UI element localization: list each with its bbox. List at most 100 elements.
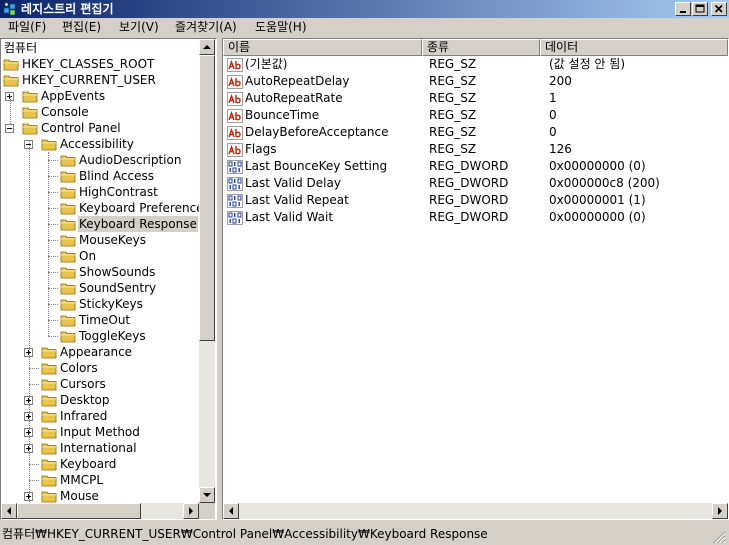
tree-item[interactable]: Keyboard (1, 456, 199, 472)
value-row[interactable]: DelayBeforeAcceptance REG_SZ 0 (223, 124, 728, 141)
tree-item-label: ToggleKeys (79, 329, 146, 343)
column-header-name[interactable]: 이름 (223, 39, 422, 56)
value-data: 1 (549, 91, 557, 105)
tree-item[interactable]: Input Method (1, 424, 199, 440)
tree-item[interactable]: Infrared (1, 408, 199, 424)
tree-item[interactable]: Keyboard Preference (1, 200, 204, 216)
value-data: 0 (549, 125, 557, 139)
values-list[interactable]: 이름 종류 데이터 (기본값) REG_SZ (값 설정 안 됨) AutoRepea… (222, 38, 729, 520)
tree-vertical-scrollbar[interactable] (199, 39, 215, 503)
close-button[interactable] (711, 2, 727, 16)
tree-item[interactable]: On (1, 248, 199, 264)
tree-item[interactable]: HighContrast (1, 184, 199, 200)
maximize-button[interactable] (692, 2, 708, 16)
value-row[interactable]: Last Valid Wait REG_DWORD 0x00000000 (0) (223, 209, 728, 226)
tree-item[interactable]: ToggleKeys (1, 328, 199, 344)
registry-tree[interactable]: 컴퓨터 HKEY_CLASSES_ROOT HKEY_CURRENT_USER Ap… (0, 38, 217, 520)
values-scroll-right-button[interactable] (712, 503, 728, 519)
tree-connector (48, 208, 58, 209)
tree-connector (48, 224, 58, 225)
tree-scroll-right-button[interactable] (183, 503, 199, 519)
menu-view[interactable]: 보기(V) (119, 20, 159, 35)
tree-item[interactable]: HKEY_CLASSES_ROOT (1, 56, 199, 72)
value-row[interactable]: (기본값) REG_SZ (값 설정 안 됨) (223, 56, 728, 73)
tree-item[interactable]: AppEvents (1, 88, 199, 104)
tree-item[interactable]: StickyKeys (1, 296, 199, 312)
value-type: REG_SZ (429, 142, 477, 156)
tree-item[interactable]: International (1, 440, 199, 456)
tree-connector (29, 384, 39, 385)
folder-icon (41, 363, 57, 375)
arrow-left-icon (229, 507, 233, 515)
tree-item[interactable]: Desktop (1, 392, 199, 408)
tree-item[interactable]: Appearance (1, 344, 199, 360)
folder-icon (60, 283, 76, 295)
folder-icon (60, 251, 76, 263)
binary-value-icon (227, 194, 243, 208)
maximize-icon (695, 4, 705, 13)
string-value-icon (227, 143, 243, 157)
column-header-data[interactable]: 데이터 (540, 39, 728, 56)
menu-bar: 파일(F) 편집(E) 보기(V) 즐겨찾기(A) 도움말(H) (0, 18, 729, 37)
menu-edit[interactable]: 편집(E) (62, 20, 101, 35)
value-row[interactable]: Flags REG_SZ 126 (223, 141, 728, 158)
tree-item-label: Infrared (60, 409, 108, 423)
value-row[interactable]: BounceTime REG_SZ 0 (223, 107, 728, 124)
binary-value-icon (227, 160, 243, 174)
tree-item[interactable]: Control Panel (1, 120, 199, 136)
tree-scroll-down-button[interactable] (199, 487, 215, 503)
value-row[interactable]: Last BounceKey Setting REG_DWORD 0x0000000… (223, 158, 728, 175)
folder-icon (41, 395, 57, 407)
value-row[interactable]: Last Valid Repeat REG_DWORD 0x00000001 (1) (223, 192, 728, 209)
resize-grip-icon[interactable] (712, 530, 726, 544)
collapse-minus-icon[interactable] (5, 124, 14, 133)
tree-item[interactable]: ShowSounds (1, 264, 199, 280)
value-name: Last Valid Delay (245, 176, 341, 190)
minimize-button[interactable] (675, 2, 691, 16)
value-type: REG_DWORD (429, 159, 509, 173)
tree-item[interactable]: Blind Access (1, 168, 199, 184)
menu-favorites[interactable]: 즐겨찾기(A) (175, 20, 237, 35)
tree-item[interactable]: Mouse (1, 488, 199, 504)
tree-horizontal-scrollbar[interactable] (1, 503, 199, 519)
menu-help[interactable]: 도움말(H) (255, 20, 307, 35)
tree-item[interactable]: TimeOut (1, 312, 199, 328)
tree-item[interactable]: AudioDescription (1, 152, 199, 168)
tree-hscroll-thumb[interactable] (17, 503, 141, 519)
tree-connector (48, 272, 58, 273)
tree-item[interactable]: SoundSentry (1, 280, 199, 296)
folder-icon (41, 139, 57, 151)
value-name: AutoRepeatRate (245, 91, 343, 105)
value-name: DelayBeforeAcceptance (245, 125, 389, 139)
folder-icon (41, 491, 57, 503)
tree-scroll-up-button[interactable] (199, 39, 215, 55)
tree-item[interactable]: MouseKeys (1, 232, 199, 248)
tree-scroll-left-button[interactable] (1, 503, 17, 519)
values-horizontal-scrollbar[interactable] (223, 503, 728, 519)
value-row[interactable]: AutoRepeatDelay REG_SZ 200 (223, 73, 728, 90)
tree-scroll-thumb[interactable] (199, 55, 215, 341)
tree-item[interactable]: Console (1, 104, 199, 120)
title-bar[interactable]: 레지스트리 편집기 (0, 0, 729, 18)
tree-item[interactable]: Keyboard Response (1, 216, 199, 232)
tree-item-label: Input Method (60, 425, 140, 439)
folder-icon (41, 427, 57, 439)
value-row[interactable]: Last Valid Delay REG_DWORD 0x000000c8 (200… (223, 175, 728, 192)
tree-connector (48, 336, 58, 337)
folder-icon (41, 379, 57, 391)
tree-item[interactable]: Colors (1, 360, 199, 376)
tree-item[interactable]: Cursors (1, 376, 199, 392)
folder-icon (22, 123, 38, 135)
tree-item[interactable]: MMCPL (1, 472, 199, 488)
tree-item[interactable]: HKEY_CURRENT_USER (1, 72, 199, 88)
value-data: 126 (549, 142, 572, 156)
column-header-type[interactable]: 종류 (422, 39, 540, 56)
value-row[interactable]: AutoRepeatRate REG_SZ 1 (223, 90, 728, 107)
arrow-down-icon (203, 493, 211, 497)
values-scroll-left-button[interactable] (223, 503, 239, 519)
tree-item[interactable]: Accessibility (1, 136, 199, 152)
tree-item-label: Appearance (60, 345, 133, 359)
folder-icon (60, 219, 76, 231)
tree-root-label: 컴퓨터 (4, 41, 38, 55)
menu-file[interactable]: 파일(F) (8, 20, 46, 35)
